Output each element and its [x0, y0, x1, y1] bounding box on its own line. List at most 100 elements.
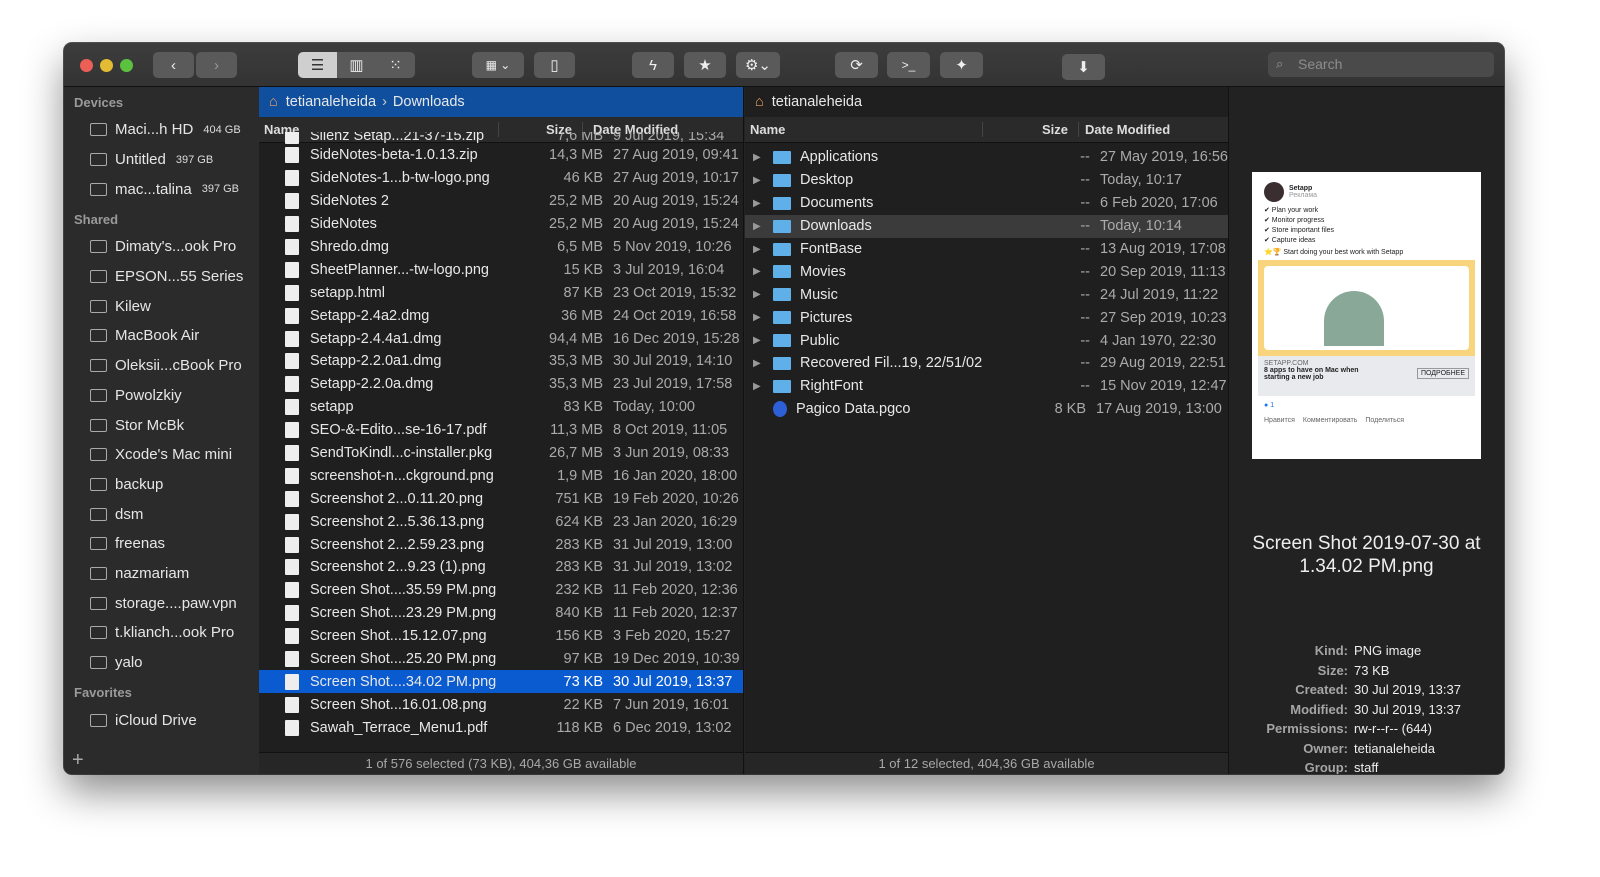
folder-row[interactable]: ▶ Pictures -- 27 Sep 2019, 10:23 — [745, 306, 1228, 329]
folder-row[interactable]: ▶ Music -- 24 Jul 2019, 11:22 — [745, 283, 1228, 306]
file-row[interactable]: Setapp-2.4.4a1.dmg 94,4 MB 16 Dec 2019, 15… — [259, 327, 743, 350]
file-date: 3 Jun 2019, 08:33 — [613, 445, 730, 462]
sidebar-item[interactable]: Dimaty's...ook Pro — [64, 232, 259, 262]
file-row[interactable]: Screen Shot...15.12.07.png 156 KB 3 Feb 20… — [259, 625, 743, 648]
icon-view-button[interactable]: ⁙ — [376, 52, 415, 78]
folder-row[interactable]: ▶ Desktop -- Today, 10:17 — [745, 169, 1228, 192]
file-row[interactable]: setapp 83 KB Today, 10:00 — [259, 396, 743, 419]
sidebar-item[interactable]: backup — [64, 470, 259, 500]
file-row[interactable]: SEO-&-Edito...se-16-17.pdf 11,3 MB 8 Oct 2… — [259, 419, 743, 442]
sidebar-item[interactable]: yalo — [64, 648, 259, 678]
disclosure-triangle-icon[interactable]: ▶ — [753, 244, 773, 255]
disclosure-triangle-icon[interactable]: ▶ — [753, 335, 773, 346]
minimize-button[interactable] — [100, 59, 113, 72]
compare-button[interactable]: ✦ — [940, 52, 983, 78]
sidebar-item[interactable]: nazmariam — [64, 559, 259, 589]
file-row[interactable]: Setapp-2.4a2.dmg 36 MB 24 Oct 2019, 16:58 — [259, 304, 743, 327]
disclosure-triangle-icon[interactable]: ▶ — [753, 289, 773, 300]
date-column-header[interactable]: Date Modified — [1079, 122, 1170, 137]
file-row[interactable]: SendToKindl...c-installer.pkg 26,7 MB 3 Ju… — [259, 442, 743, 465]
folder-row[interactable]: ▶ FontBase -- 13 Aug 2019, 17:08 — [745, 238, 1228, 261]
file-row[interactable]: Screenshot 2...0.11.20.png 751 KB 19 Feb 2… — [259, 487, 743, 510]
sidebar-item[interactable]: t.klianch...ook Pro — [64, 618, 259, 648]
settings-button[interactable]: ⚙⌄ — [736, 52, 780, 78]
file-row[interactable]: setapp.html 87 KB 23 Oct 2019, 15:32 — [259, 281, 743, 304]
new-file-button[interactable]: ▯ — [534, 52, 575, 78]
disclosure-triangle-icon[interactable]: ▶ — [753, 266, 773, 277]
file-row[interactable]: Sawah_Terrace_Menu1.pdf 118 KB 6 Dec 2019,… — [259, 716, 743, 739]
sync-button[interactable]: ⟳ — [835, 52, 878, 78]
folder-row[interactable]: ▶ Downloads -- Today, 10:14 — [745, 214, 1228, 238]
file-row[interactable]: Setapp-2.2.0a.dmg 35,3 MB 23 Jul 2019, 17:… — [259, 373, 743, 396]
file-row[interactable]: Screen Shot....25.20 PM.png 97 KB 19 Dec 2… — [259, 648, 743, 671]
name-column-header[interactable]: Name — [745, 122, 983, 137]
file-row[interactable]: Screen Shot...16.01.08.png 22 KB 7 Jun 201… — [259, 693, 743, 716]
file-row[interactable]: Setapp-2.2.0a1.dmg 35,3 MB 30 Jul 2019, 14… — [259, 350, 743, 373]
folder-row[interactable]: ▶ Recovered Fil...19, 22/51/02 -- 29 Aug 20… — [745, 352, 1228, 375]
add-button[interactable]: + — [72, 749, 84, 772]
file-row[interactable]: Screen Shot....35.59 PM.png 232 KB 11 Feb … — [259, 579, 743, 602]
file-row[interactable]: Shredo.dmg 6,5 MB 5 Nov 2019, 10:26 — [259, 236, 743, 259]
disclosure-triangle-icon[interactable]: ▶ — [753, 175, 773, 186]
arrange-button[interactable]: ▦ ⌄ — [472, 52, 524, 78]
file-row[interactable]: Screenshot 2...5.36.13.png 624 KB 23 Jan 2… — [259, 510, 743, 533]
file-row[interactable]: SideNotes 25,2 MB 20 Aug 2019, 15:24 — [259, 213, 743, 236]
sidebar-item[interactable]: Maci...h HD 404 GB — [64, 115, 259, 145]
sidebar-item-label: backup — [115, 475, 164, 493]
folder-row[interactable]: ▶ Movies -- 20 Sep 2019, 11:13 — [745, 260, 1228, 283]
file-row[interactable]: SideNotes-beta-1.0.13.zip 14,3 MB 27 Aug 2… — [259, 144, 743, 167]
breadcrumb-item[interactable]: tetianaleheida — [772, 94, 862, 110]
sidebar-item[interactable]: EPSON...55 Series — [64, 262, 259, 292]
file-row[interactable]: Screenshot 2...9.23 (1).png 283 KB 31 Jul … — [259, 556, 743, 579]
sidebar-item[interactable]: Xcode's Mac mini — [64, 440, 259, 470]
terminal-button[interactable]: >_ — [887, 52, 930, 78]
search-input[interactable]: Search — [1268, 52, 1494, 77]
sidebar-item[interactable]: Untitled 397 GB — [64, 145, 259, 175]
sidebar-item[interactable]: freenas — [64, 529, 259, 559]
sidebar-item[interactable]: Stor McBk — [64, 410, 259, 440]
sidebar-item[interactable]: dsm — [64, 499, 259, 529]
sidebar-item[interactable]: MacBook Air — [64, 321, 259, 351]
file-row[interactable]: SideNotes-1...b-tw-logo.png 46 KB 27 Aug 2… — [259, 167, 743, 190]
quick-action-button[interactable]: ϟ — [632, 52, 674, 78]
file-row[interactable]: Screen Shot....34.02 PM.png 73 KB 30 Jul 2… — [259, 670, 743, 694]
file-list[interactable]: Silenz Setap...21-37-15.zip 7,6 MB 9 Jul 2… — [259, 132, 743, 741]
file-row[interactable]: screenshot-n...ckground.png 1,9 MB 16 Jan … — [259, 464, 743, 487]
breadcrumb-item[interactable]: Downloads — [393, 94, 465, 110]
download-button[interactable]: ⬇ — [1062, 54, 1105, 80]
folder-row[interactable]: ▶ Public -- 4 Jan 1970, 22:30 — [745, 329, 1228, 352]
breadcrumb-item[interactable]: tetianaleheida — [286, 94, 376, 110]
disclosure-triangle-icon[interactable]: ▶ — [753, 198, 773, 209]
zoom-button[interactable] — [120, 59, 133, 72]
favorite-button[interactable]: ★ — [684, 52, 726, 78]
close-button[interactable] — [80, 59, 93, 72]
column-view-button[interactable]: ▥ — [337, 52, 376, 78]
file-name: Public — [800, 332, 840, 349]
back-button[interactable]: ‹ — [153, 52, 194, 78]
file-row[interactable]: Screen Shot....23.29 PM.png 840 KB 11 Feb … — [259, 602, 743, 625]
sidebar-item[interactable]: Kilew — [64, 291, 259, 321]
file-row[interactable]: SideNotes 2 25,2 MB 20 Aug 2019, 15:24 — [259, 190, 743, 213]
folder-row[interactable]: ▶ Documents -- 6 Feb 2020, 17:06 — [745, 192, 1228, 215]
sidebar-item[interactable]: iCloud Drive — [64, 705, 259, 735]
disclosure-triangle-icon[interactable]: ▶ — [753, 312, 773, 323]
computer-icon — [90, 566, 107, 580]
sidebar-item[interactable]: Oleksii...cBook Pro — [64, 351, 259, 381]
file-list[interactable]: ▶ Applications -- 27 May 2019, 16:56 ▶ Deskto… — [745, 146, 1228, 755]
sidebar-item[interactable]: Powolzkiy — [64, 381, 259, 411]
folder-row[interactable]: ▶ RightFont -- 15 Nov 2019, 12:47 — [745, 375, 1228, 398]
disclosure-triangle-icon[interactable]: ▶ — [753, 152, 773, 163]
sidebar-item[interactable]: storage....paw.vpn — [64, 588, 259, 618]
list-view-button[interactable]: ☰ — [298, 52, 337, 78]
size-column-header[interactable]: Size — [983, 122, 1079, 137]
forward-button[interactable]: › — [196, 52, 237, 78]
disclosure-triangle-icon[interactable]: ▶ — [753, 221, 773, 232]
file-row[interactable]: Screenshot 2...2.59.23.png 283 KB 31 Jul 2… — [259, 533, 743, 556]
file-row[interactable]: SheetPlanner...-tw-logo.png 15 KB 3 Jul 20… — [259, 258, 743, 281]
folder-row[interactable]: ▶ Applications -- 27 May 2019, 16:56 — [745, 146, 1228, 169]
file-row[interactable]: Silenz Setap...21-37-15.zip 7,6 MB 9 Jul 2… — [259, 132, 743, 144]
sidebar-item[interactable]: mac...talina 397 GB — [64, 174, 259, 204]
disclosure-triangle-icon[interactable]: ▶ — [753, 358, 773, 369]
file-row[interactable]: Pagico Data.pgco 8 KB 17 Aug 2019, 13:00 — [745, 398, 1228, 421]
disclosure-triangle-icon[interactable]: ▶ — [753, 381, 773, 392]
